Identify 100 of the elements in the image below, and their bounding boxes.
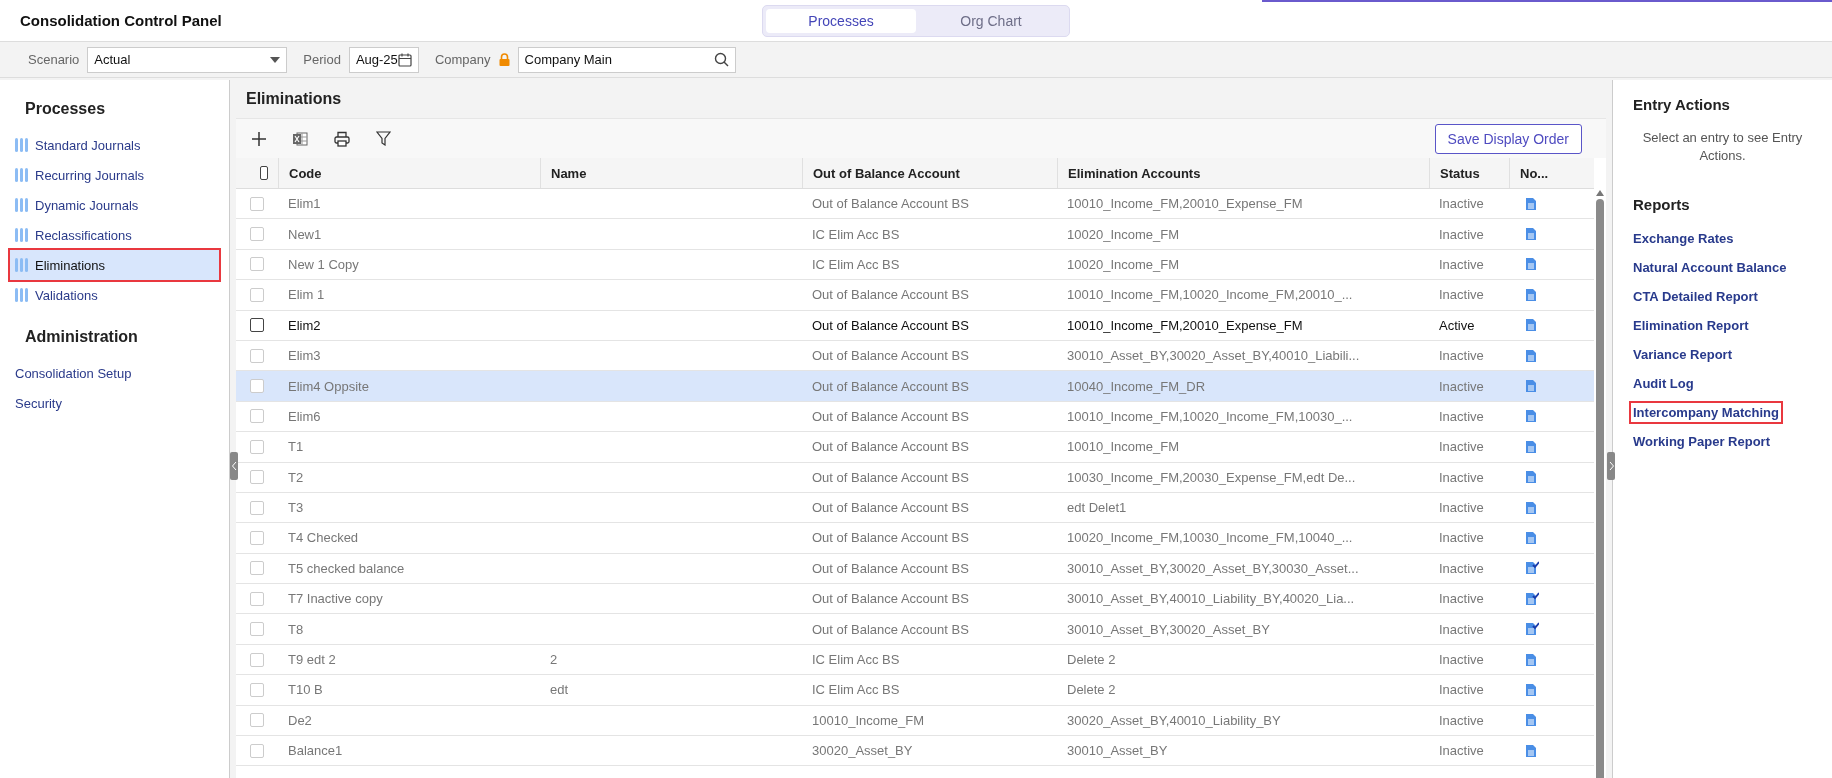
filter-field[interactable]: Company Main xyxy=(517,46,736,73)
column-header[interactable]: Out of Balance Account xyxy=(802,158,1057,188)
document-icon[interactable] xyxy=(1525,196,1539,211)
table-cell-text: 30020_Asset_BY,40010_Liability_BY xyxy=(1066,712,1282,728)
report-link[interactable]: Exchange Rates xyxy=(1631,229,1736,249)
table-cell-text: 30010_Asset_BY xyxy=(1066,743,1169,759)
bars-icon xyxy=(15,228,29,242)
table-cell-text: 10020_Income_FM,10030_Income_FM,10040_... xyxy=(1066,530,1354,546)
nav-link[interactable]: Eliminations xyxy=(10,250,219,280)
table-cell-text: 30020_Asset_BY xyxy=(811,743,914,759)
table-cell-text: 10010_Income_FM,20010_Expense_FM xyxy=(1066,196,1304,212)
document-icon[interactable] xyxy=(1525,348,1539,363)
table-cell-text: Out of Balance Account BS xyxy=(811,348,970,364)
filter-field[interactable]: Actual xyxy=(87,46,288,73)
row-checkbox[interactable] xyxy=(250,318,264,333)
bars-icon xyxy=(15,288,29,302)
caret-icon[interactable] xyxy=(270,56,281,63)
table-cell-text: IC Elim Acc BS xyxy=(811,226,901,242)
table-cell-text: Inactive xyxy=(1438,439,1485,455)
table-cell-text: Out of Balance Account BS xyxy=(811,560,970,576)
table-cell-text: Elim1 xyxy=(287,196,322,212)
empty-message: Select an entry to see Entry Actions. xyxy=(1641,129,1804,165)
table-cell-text: Delete 2 xyxy=(1066,652,1117,668)
report-link[interactable]: Elimination Report xyxy=(1631,316,1751,336)
checked-document-icon[interactable] xyxy=(1525,561,1539,576)
table-cell-text: 10010_Income_FM xyxy=(1066,439,1180,455)
document-icon[interactable] xyxy=(1525,379,1539,394)
nav-link[interactable]: Recurring Journals xyxy=(10,160,219,190)
view-tab[interactable]: Org Chart xyxy=(916,8,1066,33)
spreadsheet-icon[interactable] xyxy=(292,130,308,147)
report-link[interactable]: Natural Account Balance xyxy=(1631,258,1789,278)
report-link[interactable]: Working Paper Report xyxy=(1631,432,1772,452)
document-icon[interactable] xyxy=(1525,409,1539,424)
nav-link[interactable]: Dynamic Journals xyxy=(10,190,219,220)
table-cell-text: Inactive xyxy=(1438,743,1485,759)
document-icon[interactable] xyxy=(1525,470,1539,485)
document-icon[interactable] xyxy=(1525,318,1539,333)
table-cell-text: Elim6 xyxy=(287,408,322,424)
table-cell-text: Inactive xyxy=(1438,500,1485,516)
document-icon[interactable] xyxy=(1525,257,1539,272)
bars-icon xyxy=(15,168,29,182)
section-title: Reports xyxy=(1633,196,1691,214)
report-link[interactable]: Audit Log xyxy=(1631,374,1696,394)
table-cell-text: 10030_Income_FM,20030_Expense_FM,edt De... xyxy=(1066,469,1357,485)
column-header[interactable]: Name xyxy=(540,158,802,188)
filter-field[interactable]: Aug-25 xyxy=(348,46,419,73)
column-header[interactable]: Elimination Accounts xyxy=(1057,158,1429,188)
print-icon[interactable] xyxy=(334,130,350,147)
table-cell-text: Elim3 xyxy=(287,348,322,364)
document-icon[interactable] xyxy=(1525,531,1539,545)
table-cell-text: Elim4 Oppsite xyxy=(287,378,370,394)
table-cell-text: T9 edt 2 xyxy=(287,652,337,668)
table-cell-text: Out of Balance Account BS xyxy=(811,317,970,333)
document-icon[interactable] xyxy=(1525,743,1539,758)
table-cell-text: Inactive xyxy=(1438,226,1485,242)
table-cell-text: Inactive xyxy=(1438,256,1485,272)
table-cell-text: T3 xyxy=(287,500,305,516)
scroll-up-icon[interactable] xyxy=(1596,190,1604,196)
column-header[interactable]: Code xyxy=(278,158,540,188)
report-link[interactable]: CTA Detailed Report xyxy=(1631,287,1760,307)
nav-link[interactable]: Reclassifications xyxy=(10,220,219,250)
table-cell-text: 10040_Income_FM_DR xyxy=(1066,378,1207,394)
collapse-handle[interactable] xyxy=(1607,452,1615,480)
document-icon[interactable] xyxy=(1525,439,1539,454)
filter-icon[interactable] xyxy=(376,131,391,146)
document-icon[interactable] xyxy=(1525,682,1539,697)
report-link[interactable]: Variance Report xyxy=(1631,345,1734,365)
table-cell-text: T4 Checked xyxy=(287,530,360,546)
column-header[interactable]: Status xyxy=(1429,158,1509,188)
add-icon[interactable] xyxy=(252,131,266,146)
nav-link[interactable]: Consolidation Setup xyxy=(10,358,219,388)
calendar-icon[interactable] xyxy=(397,52,412,67)
table-row[interactable]: Elim4 Oppsite Out of Balance Account BS 10040_Income_FM_DR Inactive xyxy=(236,371,1594,402)
table-cell-text: T2 xyxy=(287,469,305,485)
bars-icon xyxy=(15,198,29,212)
report-link[interactable]: Intercompany Matching xyxy=(1631,403,1781,423)
nav-link[interactable]: Validations xyxy=(10,280,219,310)
document-icon[interactable] xyxy=(1525,713,1539,728)
checked-document-icon[interactable] xyxy=(1525,591,1539,606)
checked-document-icon[interactable] xyxy=(1525,622,1539,637)
table-cell-text: Inactive xyxy=(1438,560,1485,576)
save-display-order-button[interactable]: Save Display Order xyxy=(1434,123,1582,154)
document-icon[interactable] xyxy=(1525,227,1539,242)
document-icon[interactable] xyxy=(1525,500,1539,515)
select-all-checkbox[interactable] xyxy=(260,166,268,180)
table-cell-text: Inactive xyxy=(1438,348,1485,364)
document-icon[interactable] xyxy=(1525,652,1539,667)
table-cell-text: 10010_Income_FM,10020_Income_FM,20010_... xyxy=(1066,287,1354,303)
table-cell-text: De2 xyxy=(287,712,313,728)
search-icon[interactable] xyxy=(713,52,729,67)
nav-link[interactable]: Security xyxy=(10,388,219,418)
table-cell-text: Inactive xyxy=(1438,652,1485,668)
column-header[interactable]: No... xyxy=(1509,158,1557,188)
collapse-handle[interactable] xyxy=(230,452,238,480)
nav-link[interactable]: Standard Journals xyxy=(10,130,219,160)
document-icon[interactable] xyxy=(1525,287,1539,302)
table-cell-text: 2 xyxy=(549,652,559,668)
view-tab[interactable]: Processes xyxy=(766,8,916,33)
scrollbar[interactable] xyxy=(1594,158,1606,778)
table-cell-text: T8 xyxy=(287,621,305,637)
